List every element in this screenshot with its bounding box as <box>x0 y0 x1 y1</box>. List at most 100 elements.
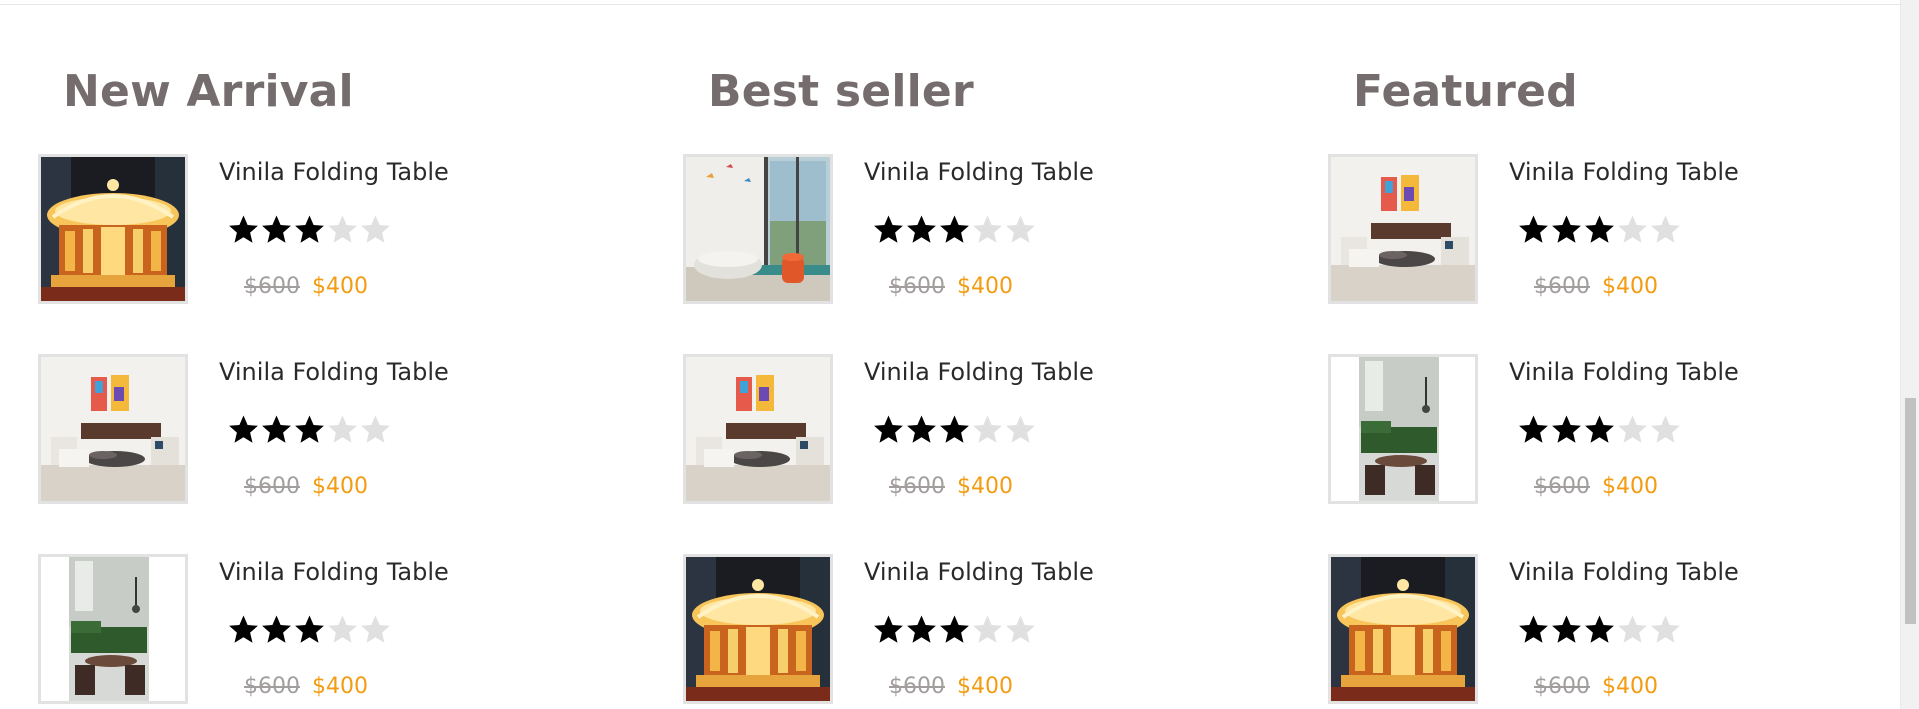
product-name-link[interactable]: Vinila Folding Table <box>864 158 1094 186</box>
living-room-image <box>686 357 830 501</box>
price-block: $600 $400 <box>244 474 368 499</box>
star-filled-icon <box>1551 414 1582 445</box>
star-filled-icon <box>939 414 970 445</box>
section-best-seller: Best seller Vinila Folding Table $600 $40… <box>683 0 1303 709</box>
old-price: $600 <box>889 674 945 699</box>
star-filled-icon <box>873 214 904 245</box>
star-filled-icon <box>1518 214 1549 245</box>
carousel-image <box>41 157 185 301</box>
old-price: $600 <box>889 274 945 299</box>
carousel-image <box>686 557 830 701</box>
price-block: $600 $400 <box>244 274 368 299</box>
product-thumbnail[interactable] <box>683 354 833 504</box>
price-block: $600 $400 <box>1534 674 1658 699</box>
product-name-link[interactable]: Vinila Folding Table <box>864 558 1094 586</box>
old-price: $600 <box>244 674 300 699</box>
star-filled-icon <box>228 214 259 245</box>
product-thumbnail[interactable] <box>683 554 833 704</box>
sale-price: $400 <box>1602 674 1658 699</box>
product-thumbnail[interactable] <box>38 154 188 304</box>
star-filled-icon <box>906 614 937 645</box>
price-block: $600 $400 <box>889 274 1013 299</box>
vertical-scrollbar[interactable] <box>1900 0 1919 709</box>
star-rating <box>228 614 391 646</box>
star-filled-icon <box>261 414 292 445</box>
star-empty-icon <box>972 614 1003 645</box>
old-price: $600 <box>889 474 945 499</box>
star-empty-icon <box>327 414 358 445</box>
product-card: Vinila Folding Table $600 $400 <box>1328 554 1919 704</box>
sale-price: $400 <box>312 474 368 499</box>
product-card: Vinila Folding Table $600 $400 <box>38 354 638 504</box>
price-block: $600 $400 <box>889 674 1013 699</box>
price-block: $600 $400 <box>889 474 1013 499</box>
star-filled-icon <box>906 414 937 445</box>
product-name-link[interactable]: Vinila Folding Table <box>219 358 449 386</box>
product-thumbnail[interactable] <box>1328 354 1478 504</box>
star-filled-icon <box>228 614 259 645</box>
star-filled-icon <box>261 214 292 245</box>
product-name-link[interactable]: Vinila Folding Table <box>864 358 1094 386</box>
product-name-link[interactable]: Vinila Folding Table <box>1509 558 1739 586</box>
product-name-link[interactable]: Vinila Folding Table <box>1509 158 1739 186</box>
star-filled-icon <box>1584 214 1615 245</box>
product-thumbnail[interactable] <box>38 554 188 704</box>
star-empty-icon <box>1650 214 1681 245</box>
star-filled-icon <box>261 614 292 645</box>
green-sofa-image <box>41 557 185 701</box>
star-filled-icon <box>906 214 937 245</box>
star-empty-icon <box>1650 614 1681 645</box>
star-empty-icon <box>1617 614 1648 645</box>
star-empty-icon <box>327 614 358 645</box>
star-empty-icon <box>360 414 391 445</box>
old-price: $600 <box>1534 274 1590 299</box>
product-card: Vinila Folding Table $600 $400 <box>683 154 1283 304</box>
star-empty-icon <box>1005 614 1036 645</box>
product-card: Vinila Folding Table $600 $400 <box>1328 154 1919 304</box>
section-title[interactable]: New Arrival <box>63 66 354 117</box>
star-filled-icon <box>939 214 970 245</box>
section-title[interactable]: Best seller <box>708 66 974 117</box>
sale-price: $400 <box>1602 274 1658 299</box>
star-filled-icon <box>294 214 325 245</box>
star-rating <box>228 214 391 246</box>
old-price: $600 <box>1534 674 1590 699</box>
old-price: $600 <box>1534 474 1590 499</box>
lounge-image <box>686 157 830 301</box>
star-filled-icon <box>1518 614 1549 645</box>
star-filled-icon <box>1551 214 1582 245</box>
product-name-link[interactable]: Vinila Folding Table <box>1509 358 1739 386</box>
star-rating <box>873 614 1036 646</box>
product-card: Vinila Folding Table $600 $400 <box>683 354 1283 504</box>
product-thumbnail[interactable] <box>1328 554 1478 704</box>
star-empty-icon <box>1617 214 1648 245</box>
star-filled-icon <box>939 614 970 645</box>
price-block: $600 $400 <box>1534 474 1658 499</box>
star-empty-icon <box>972 414 1003 445</box>
product-thumbnail[interactable] <box>1328 154 1478 304</box>
star-empty-icon <box>1650 414 1681 445</box>
star-filled-icon <box>228 414 259 445</box>
carousel-image <box>1331 557 1475 701</box>
product-thumbnail[interactable] <box>683 154 833 304</box>
sale-price: $400 <box>1602 474 1658 499</box>
sale-price: $400 <box>312 674 368 699</box>
old-price: $600 <box>244 274 300 299</box>
product-sections: New Arrival Vinila Folding Table $600 $40… <box>0 0 1900 709</box>
product-thumbnail[interactable] <box>38 354 188 504</box>
star-rating <box>1518 214 1681 246</box>
scrollbar-thumb[interactable] <box>1905 398 1916 624</box>
star-rating <box>873 414 1036 446</box>
product-card: Vinila Folding Table $600 $400 <box>683 554 1283 704</box>
product-name-link[interactable]: Vinila Folding Table <box>219 158 449 186</box>
star-empty-icon <box>1005 414 1036 445</box>
star-filled-icon <box>1551 614 1582 645</box>
price-block: $600 $400 <box>1534 274 1658 299</box>
product-card: Vinila Folding Table $600 $400 <box>38 154 638 304</box>
section-title[interactable]: Featured <box>1353 66 1578 117</box>
living-room-image <box>1331 157 1475 301</box>
star-empty-icon <box>327 214 358 245</box>
star-rating <box>228 414 391 446</box>
product-name-link[interactable]: Vinila Folding Table <box>219 558 449 586</box>
star-rating <box>1518 414 1681 446</box>
